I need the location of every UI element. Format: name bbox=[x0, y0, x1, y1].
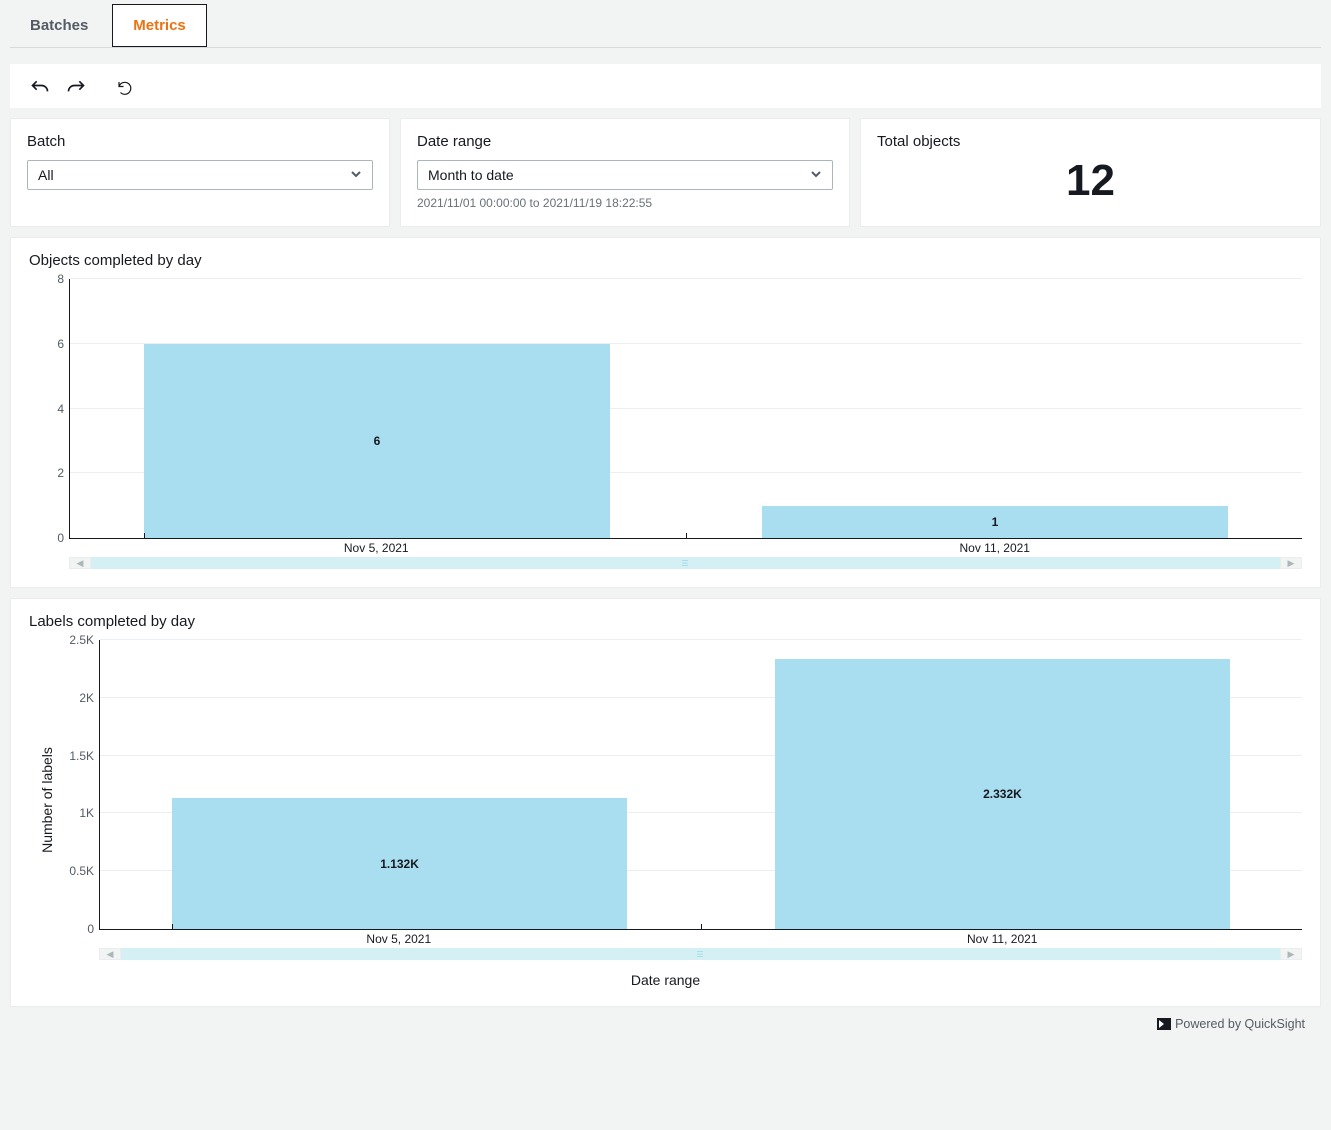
chevron-down-icon bbox=[350, 167, 362, 183]
chart1-ytick: 2 bbox=[22, 466, 64, 480]
chart2-ytick: 0 bbox=[52, 922, 94, 936]
scroll-right-icon[interactable]: ▶ bbox=[1280, 557, 1302, 569]
chart2-ytick: 2.5K bbox=[52, 633, 94, 647]
powered-by: Powered by QuickSight bbox=[10, 1007, 1321, 1031]
chart1-ytick: 4 bbox=[22, 402, 64, 416]
redo-icon bbox=[66, 78, 86, 98]
chart1-title: Objects completed by day bbox=[29, 252, 1302, 269]
chart1-ytick: 6 bbox=[22, 337, 64, 351]
date-filter-value: Month to date bbox=[428, 167, 514, 183]
undo-button[interactable] bbox=[24, 74, 56, 102]
batch-filter-label: Batch bbox=[27, 133, 373, 150]
scroll-left-icon[interactable]: ◀ bbox=[99, 948, 121, 960]
chart1-ytick: 0 bbox=[22, 531, 64, 545]
chart1-xtick-1: Nov 5, 2021 bbox=[143, 541, 610, 555]
chart2-bar2-label: 2.332K bbox=[775, 787, 1230, 801]
scroll-grip-icon: ☰ bbox=[696, 950, 704, 959]
chart-labels-by-day: Labels completed by day Number of labels… bbox=[10, 598, 1321, 1007]
chart1-xtick-2: Nov 11, 2021 bbox=[761, 541, 1228, 555]
chart2-xaxis-label: Date range bbox=[29, 972, 1302, 988]
chart2-ytick: 1.5K bbox=[52, 749, 94, 763]
chart1-bar-1[interactable]: 6 bbox=[144, 344, 610, 538]
scroll-left-icon[interactable]: ◀ bbox=[69, 557, 91, 569]
tab-metrics[interactable]: Metrics bbox=[112, 4, 207, 47]
total-objects-label: Total objects bbox=[877, 133, 1304, 150]
batch-filter-value: All bbox=[38, 167, 54, 183]
redo-button[interactable] bbox=[60, 74, 92, 102]
reset-icon bbox=[116, 79, 134, 97]
date-range-subtext: 2021/11/01 00:00:00 to 2021/11/19 18:22:… bbox=[417, 196, 833, 210]
chart1-bar1-label: 6 bbox=[144, 434, 610, 448]
tabs: Batches Metrics bbox=[10, 0, 1321, 48]
chart2-bar1-label: 1.132K bbox=[172, 857, 627, 871]
scroll-right-icon[interactable]: ▶ bbox=[1280, 948, 1302, 960]
date-filter-label: Date range bbox=[417, 133, 833, 150]
undo-icon bbox=[30, 78, 50, 98]
chart1-bar2-label: 1 bbox=[762, 515, 1228, 529]
total-objects-value: 12 bbox=[877, 156, 1304, 206]
total-objects-card: Total objects 12 bbox=[860, 118, 1321, 227]
chart2-ytick: 2K bbox=[52, 691, 94, 705]
chart2-ytick: 1K bbox=[52, 806, 94, 820]
chart2-plot: 0 0.5K 1K 1.5K 2K 2.5K 1.132K 2.332K bbox=[99, 640, 1302, 930]
batch-filter-select[interactable]: All bbox=[27, 160, 373, 190]
chart2-ytick: 0.5K bbox=[52, 864, 94, 878]
chart2-title: Labels completed by day bbox=[29, 613, 1302, 630]
chart2-bar-2[interactable]: 2.332K bbox=[775, 659, 1230, 929]
date-filter-select[interactable]: Month to date bbox=[417, 160, 833, 190]
chart2-xtick-1: Nov 5, 2021 bbox=[171, 932, 626, 946]
batch-filter-card: Batch All bbox=[10, 118, 390, 227]
chart2-yaxis-label: Number of labels bbox=[39, 747, 55, 853]
chart1-plot: 0 2 4 6 8 6 1 bbox=[69, 279, 1302, 539]
date-range-card: Date range Month to date 2021/11/01 00:0… bbox=[400, 118, 850, 227]
chart2-xtick-2: Nov 11, 2021 bbox=[775, 932, 1230, 946]
chart1-scrollbar[interactable]: ◀ ☰ ▶ bbox=[69, 557, 1302, 569]
quicksight-icon bbox=[1157, 1018, 1171, 1030]
tab-batches[interactable]: Batches bbox=[10, 5, 108, 46]
chart1-ytick: 8 bbox=[22, 272, 64, 286]
chart-objects-by-day: Objects completed by day 0 2 4 6 8 6 1 bbox=[10, 237, 1321, 588]
toolbar bbox=[10, 64, 1321, 108]
chevron-down-icon bbox=[810, 167, 822, 183]
powered-by-text: Powered by QuickSight bbox=[1175, 1017, 1305, 1031]
chart2-scrollbar[interactable]: ◀ ☰ ▶ bbox=[99, 948, 1302, 960]
scroll-grip-icon: ☰ bbox=[681, 559, 689, 568]
reset-button[interactable] bbox=[110, 75, 140, 101]
chart2-bar-1[interactable]: 1.132K bbox=[172, 798, 627, 929]
